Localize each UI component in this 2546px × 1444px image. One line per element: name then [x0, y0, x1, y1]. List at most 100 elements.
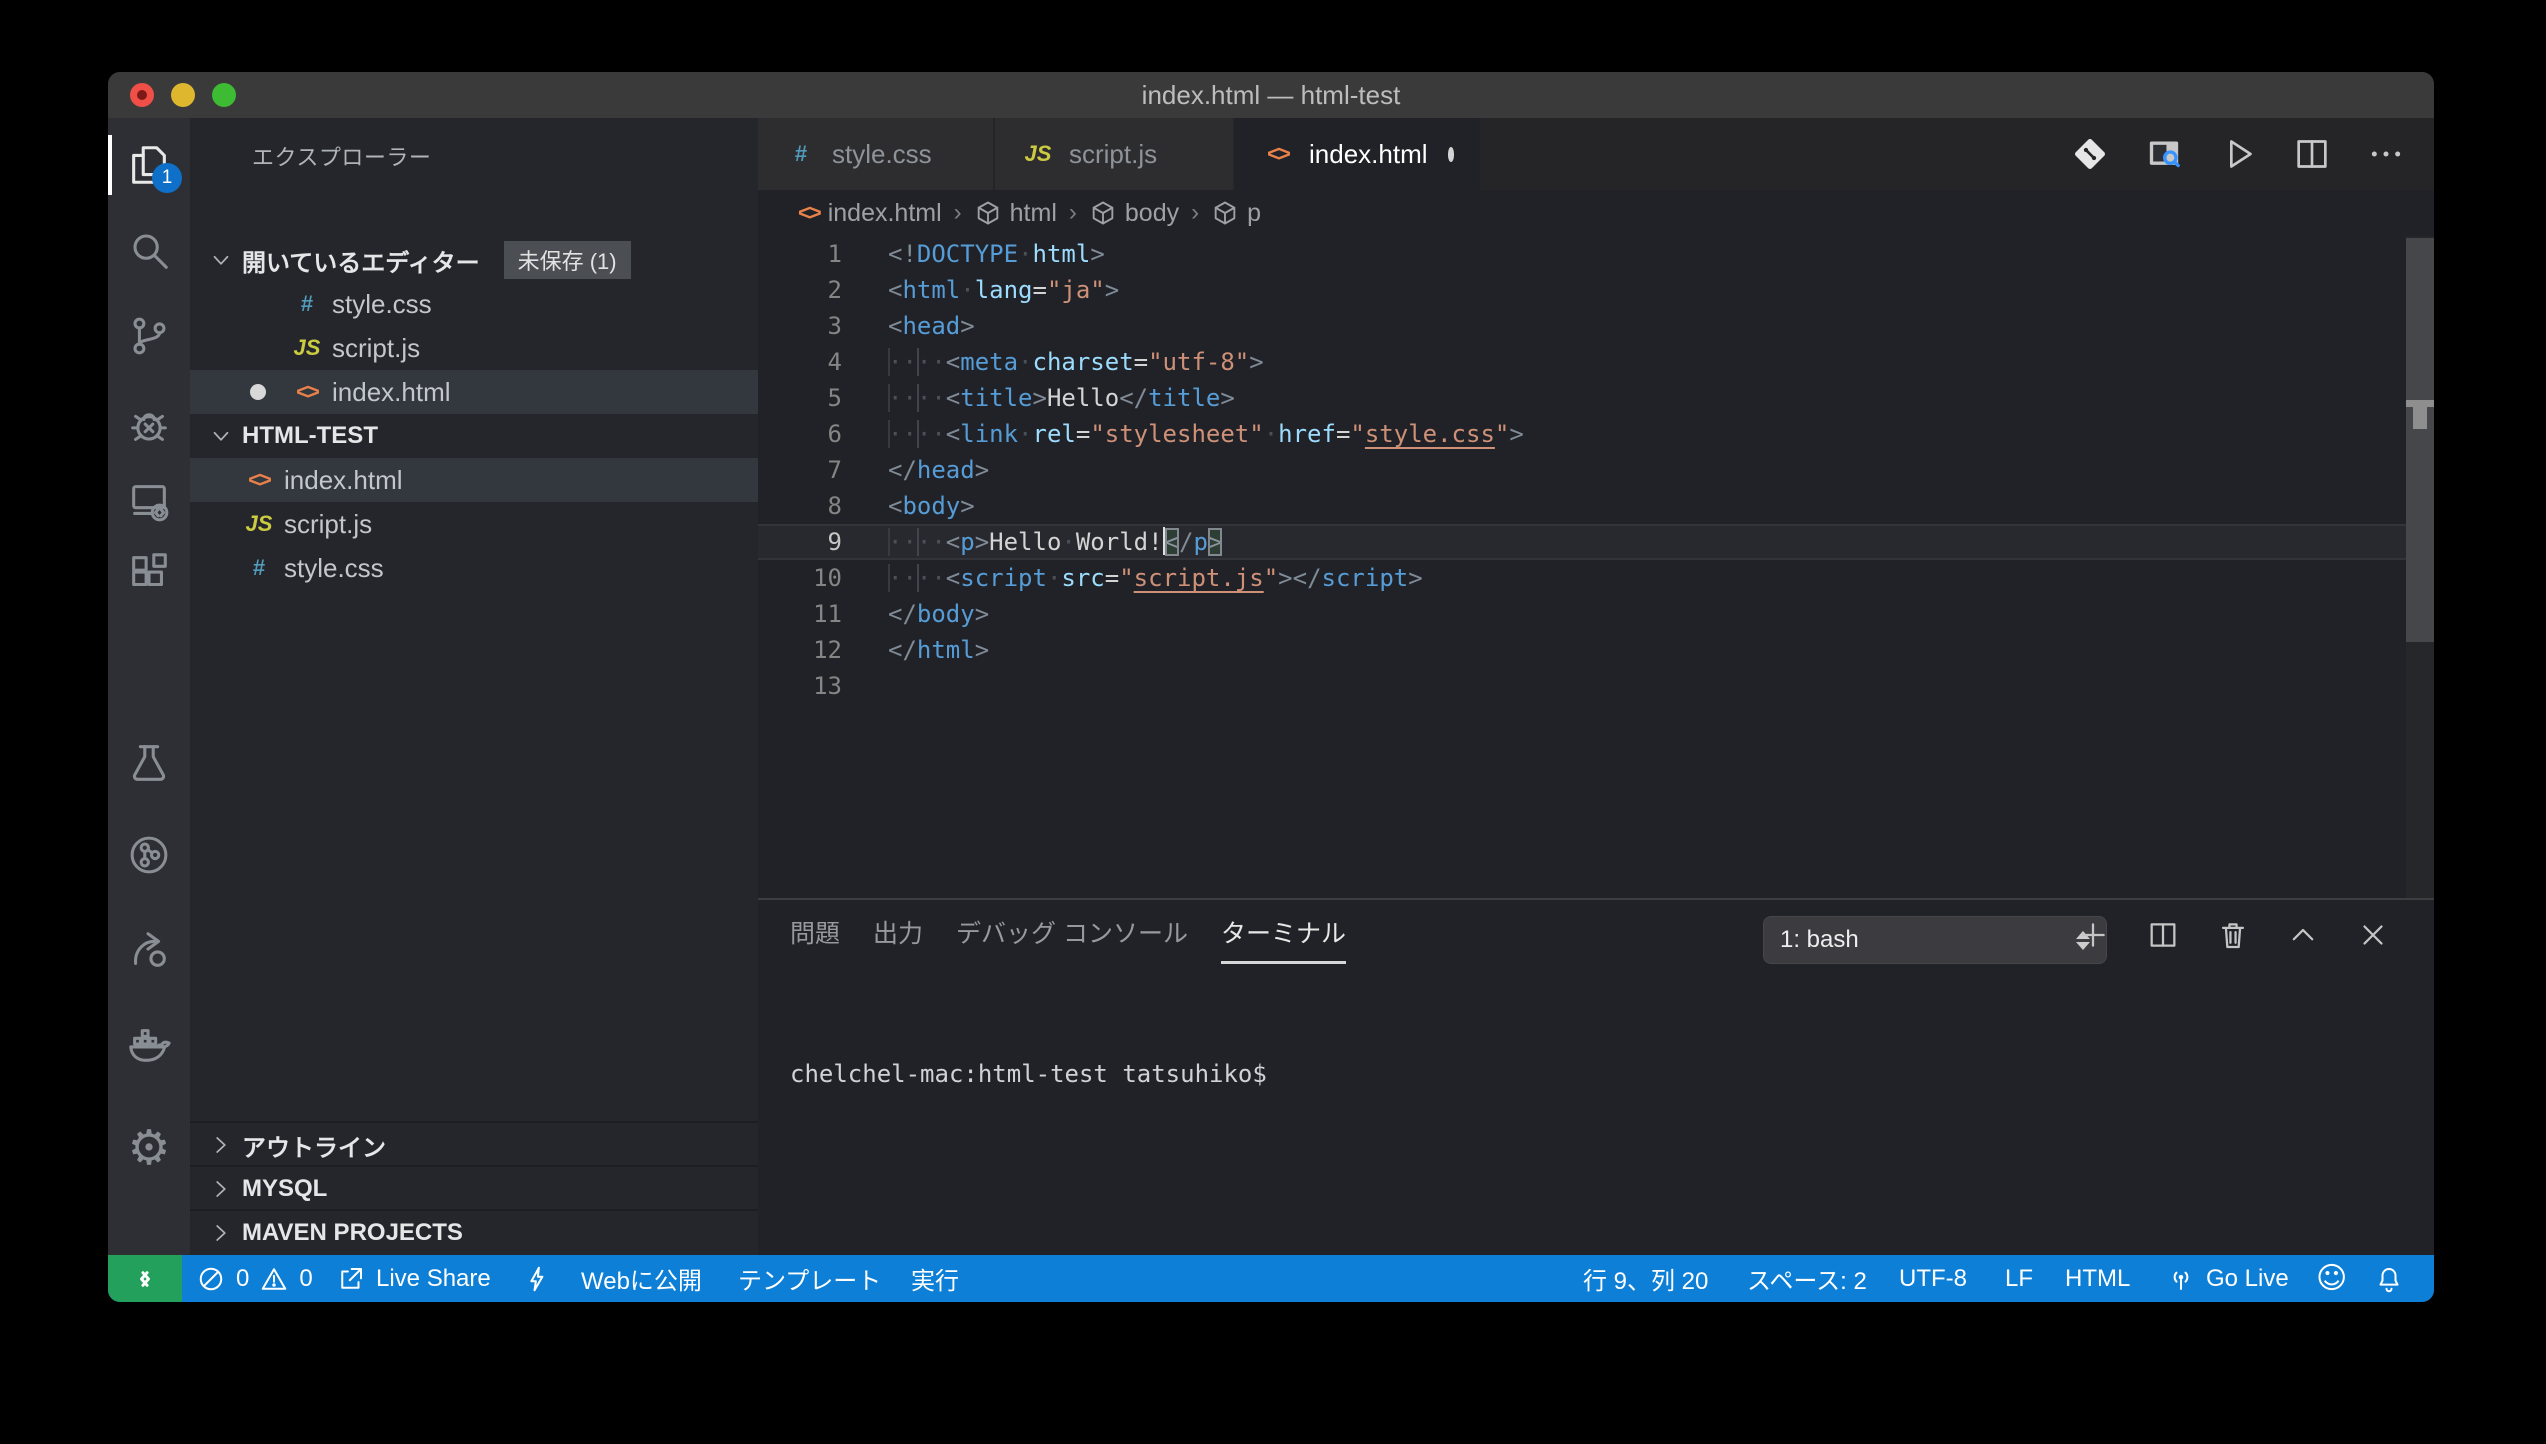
scrollbar-thumb[interactable]	[2406, 238, 2434, 642]
chevron-right-icon	[208, 1132, 234, 1158]
activity-item-live-share[interactable]	[108, 914, 190, 986]
panel-action-close-panel-icon[interactable]	[2356, 918, 2390, 952]
breadcrumb-item-html[interactable]: html	[974, 199, 1057, 228]
remote-indicator[interactable]	[108, 1255, 182, 1302]
chevron-right-icon	[208, 1132, 234, 1158]
terminal-prompt[interactable]: chelchel-mac:html-test tatsuhiko$	[790, 1060, 1267, 1088]
panel-action-maximize-panel-icon[interactable]	[2286, 918, 2320, 952]
code-line-4[interactable]: 4····<meta·charset="utf-8">	[758, 344, 2406, 380]
status-run[interactable]: 実行	[911, 1255, 959, 1302]
activity-item-remote-explorer[interactable]	[108, 465, 190, 537]
status-indentation[interactable]: スペース: 2	[1747, 1255, 1867, 1302]
panel-tab-ターミナル[interactable]: ターミナル	[1221, 914, 1346, 964]
close-button[interactable]	[130, 83, 154, 107]
status-template[interactable]: テンプレート	[738, 1255, 881, 1302]
title-bar[interactable]: index.html — html-test	[108, 72, 2434, 118]
code-line-10[interactable]: 10····<script·src="script.js"></script>	[758, 560, 2406, 596]
breadcrumb-item-p[interactable]: p	[1211, 199, 1261, 228]
file-row-script.js[interactable]: JSscript.js	[190, 326, 758, 370]
activity-item-test[interactable]	[108, 727, 190, 799]
status-cursor-position[interactable]: 行 9、列 20	[1583, 1255, 1708, 1302]
status-bolt[interactable]	[522, 1255, 552, 1302]
status-language-mode[interactable]: HTML	[2065, 1255, 2130, 1302]
activity-item-git-graph[interactable]	[108, 819, 190, 891]
sidebar-section-アウトライン[interactable]: アウトライン	[190, 1121, 758, 1167]
tab-index.html[interactable]: <>index.html	[1235, 118, 1482, 190]
panel-action-split-terminal-icon[interactable]	[2146, 918, 2180, 952]
status-notifications[interactable]	[2374, 1255, 2404, 1302]
status-feedback[interactable]: ☺	[2316, 1255, 2347, 1302]
panel-tab-問題[interactable]: 問題	[790, 914, 840, 964]
toolbar-more-actions-icon[interactable]	[2366, 134, 2406, 174]
activity-item-debug[interactable]	[108, 389, 190, 461]
status-go-live[interactable]: Go Live	[2166, 1255, 2289, 1302]
chevron-right-icon	[208, 1220, 234, 1246]
sidebar-section-MAVEN PROJECTS[interactable]: MAVEN PROJECTS	[190, 1209, 758, 1255]
toolbar-split-editor-icon[interactable]	[2292, 134, 2332, 174]
code-token: href	[1278, 420, 1336, 448]
breadcrumb-label: p	[1247, 199, 1261, 228]
breadcrumb-item-index.html[interactable]: <>index.html	[798, 199, 942, 228]
code-line-1[interactable]: 1<!DOCTYPE·html>	[758, 236, 2406, 272]
code-line-9[interactable]: 9····<p>Hello·World!</p>	[758, 524, 2406, 560]
project-header[interactable]: HTML-TEST	[190, 414, 758, 458]
code-line-6[interactable]: 6····<link·rel="stylesheet"·href="style.…	[758, 416, 2406, 452]
css-file-icon: #	[784, 141, 818, 167]
status-live-share[interactable]: Live Share	[336, 1255, 491, 1302]
code-token: <	[946, 420, 960, 448]
code-line-5[interactable]: 5····<title>Hello</title>	[758, 380, 2406, 416]
status-eol[interactable]: LF	[2005, 1255, 2033, 1302]
panel-tab-デバッグ コンソール[interactable]: デバッグ コンソール	[956, 914, 1188, 964]
code-line-7[interactable]: 7</head>	[758, 452, 2406, 488]
toolbar-open-preview-icon[interactable]	[2144, 134, 2184, 174]
code-token: html	[1033, 240, 1091, 268]
activity-item-source-control[interactable]	[108, 300, 190, 372]
code-line-11[interactable]: 11</body>	[758, 596, 2406, 632]
activity-item-docker[interactable]	[108, 1009, 190, 1081]
tab-style.css[interactable]: #style.css	[758, 118, 995, 190]
code-token: <	[888, 492, 902, 520]
breadcrumb-item-body[interactable]: body	[1089, 199, 1179, 228]
code-token: <	[888, 276, 902, 304]
activity-item-extensions[interactable]	[108, 537, 190, 609]
tab-script.js[interactable]: JSscript.js	[995, 118, 1235, 190]
activity-item-search[interactable]	[108, 214, 190, 286]
file-row-style.css[interactable]: #style.css	[190, 282, 758, 326]
status-encoding[interactable]: UTF-8	[1899, 1255, 1967, 1302]
toolbar-run-code-icon[interactable]	[2218, 134, 2258, 174]
line-text: </html>	[888, 632, 989, 668]
toolbar-git-icon[interactable]	[2070, 134, 2110, 174]
terminal-shell-select[interactable]: 1: bash	[1763, 916, 2107, 964]
file-label: index.html	[284, 465, 403, 496]
sidebar-section-MYSQL[interactable]: MYSQL	[190, 1165, 758, 1211]
open-editors-header[interactable]: 開いているエディター未保存 (1)	[190, 238, 758, 282]
code-token: html	[917, 636, 975, 664]
code-line-8[interactable]: 8<body>	[758, 488, 2406, 524]
activity-item-settings[interactable]: ⚙	[108, 1112, 190, 1184]
code-line-2[interactable]: 2<html·lang="ja">	[758, 272, 2406, 308]
whitespace-dot: ·	[1018, 240, 1032, 268]
zoom-button[interactable]	[212, 83, 236, 107]
file-row-index.html[interactable]: <>index.html	[190, 458, 758, 502]
file-row-script.js[interactable]: JSscript.js	[190, 502, 758, 546]
code-line-12[interactable]: 12</html>	[758, 632, 2406, 668]
panel-action-add-terminal-icon[interactable]	[2076, 918, 2110, 952]
code-token: lang	[975, 276, 1033, 304]
status-problems[interactable]: 00	[196, 1255, 313, 1302]
code-line-13[interactable]: 13	[758, 668, 2406, 704]
minimize-button[interactable]	[171, 83, 195, 107]
code-editor[interactable]: 1<!DOCTYPE·html>2<html·lang="ja">3<head>…	[758, 236, 2406, 898]
activity-item-explorer[interactable]: 1	[108, 129, 190, 201]
line-text: <!DOCTYPE·html>	[888, 236, 1105, 272]
status-publish-web[interactable]: Webに公開	[581, 1255, 702, 1302]
cursor-overview-marker	[2413, 407, 2427, 429]
file-row-style.css[interactable]: #style.css	[190, 546, 758, 590]
file-row-index.html[interactable]: <>index.html	[190, 370, 758, 414]
panel-action-kill-terminal-icon[interactable]	[2216, 918, 2250, 952]
editor-scrollbar[interactable]	[2406, 236, 2434, 898]
panel-tab-出力[interactable]: 出力	[873, 914, 923, 964]
git-icon	[2070, 134, 2110, 174]
code-line-3[interactable]: 3<head>	[758, 308, 2406, 344]
source-control-icon	[126, 313, 172, 359]
breadcrumb[interactable]: <>index.html›html›body›p	[758, 190, 2406, 236]
